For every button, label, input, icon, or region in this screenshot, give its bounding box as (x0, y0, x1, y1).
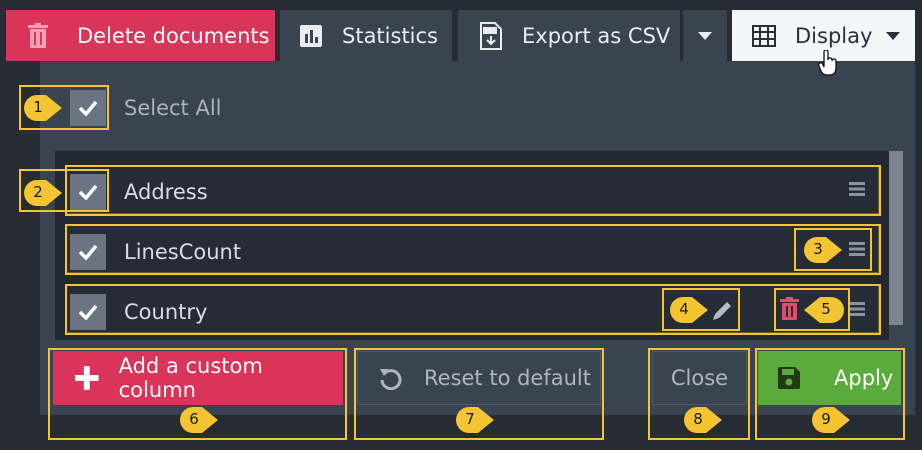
trash-icon (28, 22, 48, 48)
delete-documents-label: Delete documents (77, 23, 270, 48)
annotation-badge-3: 3 (804, 237, 842, 263)
display-label: Display (795, 23, 873, 48)
scrollbar-thumb[interactable] (889, 151, 903, 325)
annotation-row-box (65, 165, 881, 216)
hand-cursor-icon (818, 50, 837, 76)
chevron-down-icon (886, 31, 901, 40)
statistics-label: Statistics (342, 23, 438, 48)
csv-file-icon (480, 21, 502, 50)
annotation-row-box (65, 224, 881, 275)
annotation-row-box (65, 284, 881, 335)
select-all-label: Select All (124, 96, 222, 120)
bar-chart-icon (300, 24, 322, 47)
annotation-badge-5: 5 (804, 297, 844, 323)
export-options-dropdown[interactable] (683, 10, 727, 61)
annotation-badge-1: 1 (24, 95, 62, 121)
chevron-down-icon (698, 31, 712, 40)
annotation-badge-6: 6 (180, 407, 218, 433)
delete-documents-button[interactable]: Delete documents (6, 10, 275, 61)
export-csv-label: Export as CSV (522, 23, 671, 48)
annotation-badge-2: 2 (24, 180, 62, 206)
statistics-button[interactable]: Statistics (280, 10, 452, 61)
annotation-badge-4: 4 (670, 297, 708, 323)
table-grid-icon (752, 24, 776, 47)
annotation-badge-7: 7 (456, 407, 494, 433)
annotation-badge-9: 9 (812, 407, 850, 433)
annotation-badge-8: 8 (684, 407, 722, 433)
export-csv-button[interactable]: Export as CSV (458, 10, 680, 61)
